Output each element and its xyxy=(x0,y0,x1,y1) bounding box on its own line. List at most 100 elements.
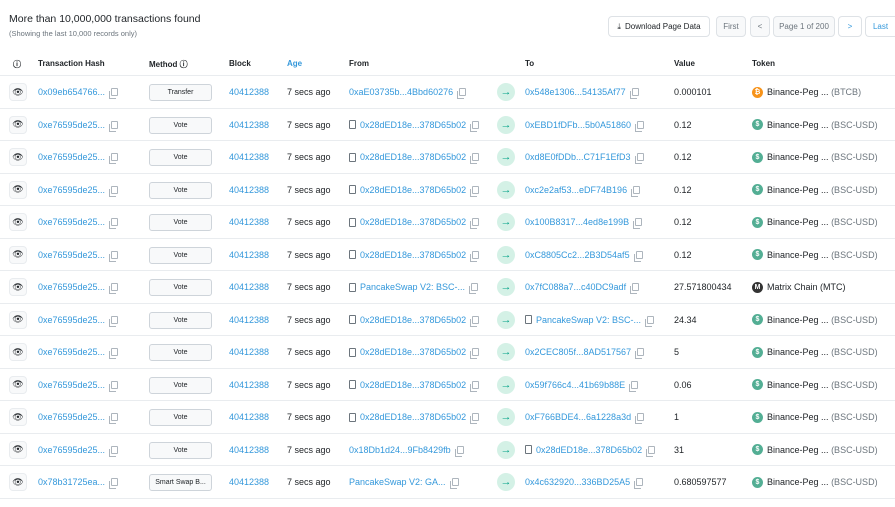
view-details-button[interactable]: 👁 xyxy=(9,278,27,296)
token-name-link[interactable]: Binance-Peg ... xyxy=(767,445,829,455)
transaction-hash-link[interactable]: 0x78b31725ea... xyxy=(38,477,105,487)
transaction-hash-link[interactable]: 0xe76595de25... xyxy=(38,185,105,195)
copy-icon[interactable] xyxy=(470,185,480,197)
view-details-button[interactable]: 👁 xyxy=(9,310,27,329)
block-link[interactable]: 40412388 xyxy=(229,445,269,455)
block-link[interactable]: 40412388 xyxy=(229,120,269,130)
view-details-button[interactable]: 👁 xyxy=(9,83,27,101)
copy-icon[interactable] xyxy=(109,88,119,99)
from-address-link[interactable]: 0x28dED18e...378D65b02 xyxy=(360,347,466,357)
token-name-link[interactable]: Binance-Peg ... xyxy=(767,347,829,357)
copy-icon[interactable] xyxy=(109,153,119,164)
token-name-link[interactable]: Binance-Peg ... xyxy=(767,380,829,390)
copy-icon[interactable] xyxy=(469,283,479,294)
to-address-link[interactable]: 0x59f766c4...41b69b88E xyxy=(525,380,625,390)
token-name-link[interactable]: Binance-Peg ... xyxy=(767,477,829,487)
copy-icon[interactable] xyxy=(645,315,655,327)
token-name-link[interactable]: Binance-Peg ... xyxy=(767,217,829,227)
copy-icon[interactable] xyxy=(470,153,480,164)
to-address-link[interactable]: 0xEBD1fDFb...5b0A51860 xyxy=(525,120,631,130)
from-address-link[interactable]: 0xaE03735b...4Bbd60276 xyxy=(349,87,453,97)
block-link[interactable]: 40412388 xyxy=(229,152,269,162)
copy-icon[interactable] xyxy=(109,250,119,262)
copy-icon[interactable] xyxy=(470,348,480,359)
from-address-link[interactable]: 0x18Db1d24...9Fb8429fb xyxy=(349,445,451,455)
to-address-link[interactable]: 0xF766BDE4...6a1228a3d xyxy=(525,412,631,422)
view-details-button[interactable]: 👁 xyxy=(9,473,27,491)
download-page-data-button[interactable]: ⤓ Download Page Data xyxy=(608,16,710,37)
from-address-link[interactable]: 0x28dED18e...378D65b02 xyxy=(360,120,466,130)
copy-icon[interactable] xyxy=(109,315,119,327)
first-page-button[interactable]: First xyxy=(716,16,746,37)
token-name-link[interactable]: Matrix Chain (MTC) xyxy=(767,282,846,292)
copy-icon[interactable] xyxy=(470,413,480,424)
from-address-link[interactable]: 0x28dED18e...378D65b02 xyxy=(360,152,466,162)
transaction-hash-link[interactable]: 0x09eb654766... xyxy=(38,87,105,97)
copy-icon[interactable] xyxy=(109,348,119,359)
token-name-link[interactable]: Binance-Peg ... xyxy=(767,185,829,195)
last-page-button[interactable]: Last xyxy=(865,16,895,37)
block-link[interactable]: 40412388 xyxy=(229,185,269,195)
copy-icon[interactable] xyxy=(634,478,644,489)
transaction-hash-link[interactable]: 0xe76595de25... xyxy=(38,250,105,260)
copy-icon[interactable] xyxy=(470,250,480,262)
from-address-link[interactable]: PancakeSwap V2: BSC-... xyxy=(360,282,465,292)
copy-icon[interactable] xyxy=(457,88,467,99)
copy-icon[interactable] xyxy=(629,380,639,392)
to-address-link[interactable]: 0x100B8317...4ed8e199B xyxy=(525,217,629,227)
to-address-link[interactable]: 0xC8805Cc2...2B3D54af5 xyxy=(525,250,630,260)
block-link[interactable]: 40412388 xyxy=(229,250,269,260)
to-address-link[interactable]: 0xc2e2af53...eDF74B196 xyxy=(525,185,627,195)
copy-icon[interactable] xyxy=(109,120,119,132)
copy-icon[interactable] xyxy=(633,250,643,262)
token-name-link[interactable]: Binance-Peg ... xyxy=(767,412,829,422)
next-page-button[interactable]: > xyxy=(838,16,862,37)
transaction-hash-link[interactable]: 0xe76595de25... xyxy=(38,152,105,162)
view-details-button[interactable]: 👁 xyxy=(9,180,27,199)
copy-icon[interactable] xyxy=(470,218,480,229)
transaction-hash-link[interactable]: 0xe76595de25... xyxy=(38,347,105,357)
block-link[interactable]: 40412388 xyxy=(229,217,269,227)
from-address-link[interactable]: 0x28dED18e...378D65b02 xyxy=(360,315,466,325)
transaction-hash-link[interactable]: 0xe76595de25... xyxy=(38,120,105,130)
block-link[interactable]: 40412388 xyxy=(229,477,269,487)
from-address-link[interactable]: 0x28dED18e...378D65b02 xyxy=(360,217,466,227)
block-link[interactable]: 40412388 xyxy=(229,87,269,97)
view-details-button[interactable]: 👁 xyxy=(9,343,27,361)
to-address-link[interactable]: 0x28dED18e...378D65b02 xyxy=(536,445,642,455)
copy-icon[interactable] xyxy=(470,380,480,392)
copy-icon[interactable] xyxy=(635,120,645,132)
view-details-button[interactable]: 👁 xyxy=(9,245,27,264)
copy-icon[interactable] xyxy=(631,185,641,197)
from-address-link[interactable]: 0x28dED18e...378D65b02 xyxy=(360,412,466,422)
to-address-link[interactable]: 0xd8E0fDDb...C71F1EfD3 xyxy=(525,152,631,162)
copy-icon[interactable] xyxy=(470,315,480,327)
block-link[interactable]: 40412388 xyxy=(229,315,269,325)
copy-icon[interactable] xyxy=(470,120,480,132)
token-name-link[interactable]: Binance-Peg ... xyxy=(767,120,829,130)
token-name-link[interactable]: Binance-Peg ... xyxy=(767,152,829,162)
copy-icon[interactable] xyxy=(635,348,645,359)
copy-icon[interactable] xyxy=(109,283,119,294)
transaction-hash-link[interactable]: 0xe76595de25... xyxy=(38,380,105,390)
to-address-link[interactable]: 0x7fC088a7...c40DC9adf xyxy=(525,282,626,292)
copy-icon[interactable] xyxy=(454,445,464,457)
view-details-button[interactable]: 👁 xyxy=(9,115,27,134)
copy-icon[interactable] xyxy=(633,218,643,229)
to-address-link[interactable]: PancakeSwap V2: BSC-... xyxy=(536,315,641,325)
transaction-hash-link[interactable]: 0xe76595de25... xyxy=(38,282,105,292)
token-name-link[interactable]: Binance-Peg ... xyxy=(767,250,829,260)
token-name-link[interactable]: Binance-Peg ... xyxy=(767,315,829,325)
from-address-link[interactable]: 0x28dED18e...378D65b02 xyxy=(360,185,466,195)
copy-icon[interactable] xyxy=(629,88,639,99)
copy-icon[interactable] xyxy=(449,478,459,489)
copy-icon[interactable] xyxy=(109,445,119,457)
copy-icon[interactable] xyxy=(646,445,656,457)
transaction-hash-link[interactable]: 0xe76595de25... xyxy=(38,412,105,422)
view-details-button[interactable]: 👁 xyxy=(9,440,27,459)
block-link[interactable]: 40412388 xyxy=(229,282,269,292)
block-link[interactable]: 40412388 xyxy=(229,380,269,390)
from-address-link[interactable]: PancakeSwap V2: GA... xyxy=(349,477,446,487)
from-address-link[interactable]: 0x28dED18e...378D65b02 xyxy=(360,250,466,260)
view-details-button[interactable]: 👁 xyxy=(9,375,27,394)
